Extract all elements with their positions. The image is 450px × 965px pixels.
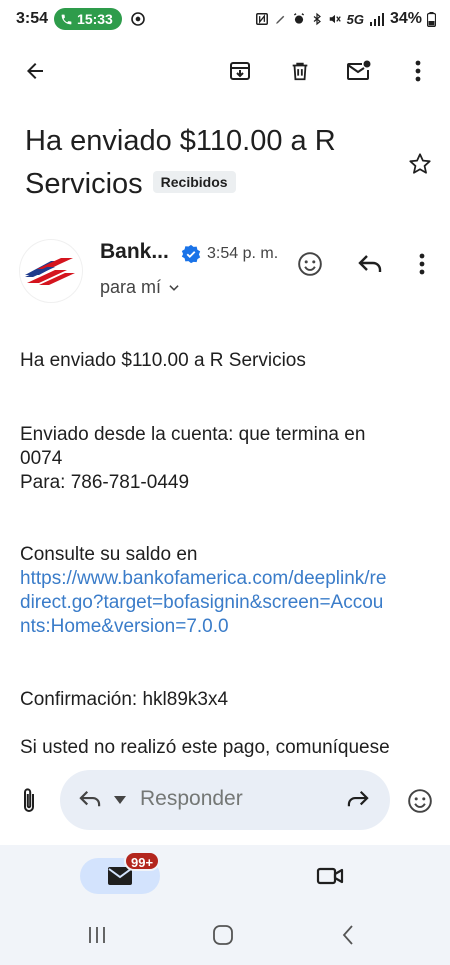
forward-icon[interactable] xyxy=(346,789,370,809)
mail-unread-badge: 99+ xyxy=(124,851,161,871)
more-vert-icon xyxy=(419,253,425,275)
caret-down-icon[interactable] xyxy=(114,796,126,804)
emoji-icon xyxy=(298,252,322,276)
system-back-button[interactable] xyxy=(328,919,368,951)
body-line-sent: Ha enviado $110.00 a R Servicios xyxy=(20,350,306,371)
balance-link[interactable]: https://www.bankofamerica.com/deeplink/r… xyxy=(20,567,390,639)
network-label: 5G xyxy=(346,11,364,27)
chevron-left-icon xyxy=(342,925,353,945)
star-icon xyxy=(409,153,431,174)
recent-apps-button[interactable] xyxy=(77,919,117,951)
video-camera-icon xyxy=(316,867,344,885)
arrow-back-icon xyxy=(27,63,43,79)
alarm-icon xyxy=(293,13,304,24)
recipient-label: para mí xyxy=(100,277,162,297)
chevron-down-icon xyxy=(169,284,179,291)
bottom-nav: 99+ xyxy=(0,845,450,905)
call-timer: 15:33 xyxy=(77,11,113,27)
bluetooth-icon xyxy=(313,12,321,26)
back-button[interactable] xyxy=(13,46,57,96)
bank-logo-icon xyxy=(25,258,75,285)
sender-name[interactable]: Bank... xyxy=(100,240,169,264)
home-button[interactable] xyxy=(203,919,243,951)
recent-apps-icon xyxy=(89,927,105,943)
delete-button[interactable] xyxy=(278,46,322,96)
status-bar: 3:54 15:33 5G 34% xyxy=(0,0,450,38)
trash-icon xyxy=(292,62,308,81)
nfc-icon xyxy=(255,13,268,25)
status-icons: 5G 34% xyxy=(255,10,436,28)
chrome-icon xyxy=(131,12,145,26)
emoji-icon xyxy=(408,789,432,813)
reply-placeholder: Responder xyxy=(140,787,243,810)
phone-icon xyxy=(61,14,72,24)
archive-button[interactable] xyxy=(218,46,262,96)
more-vert-icon xyxy=(415,60,421,82)
more-options-button[interactable] xyxy=(396,46,440,96)
reply-button[interactable] xyxy=(350,244,390,284)
add-reaction-button[interactable] xyxy=(290,244,330,284)
battery-icon xyxy=(427,11,436,27)
sender-avatar[interactable] xyxy=(20,240,82,302)
mail-unread-icon xyxy=(347,60,371,80)
signal-icon xyxy=(369,13,384,26)
paperclip-icon xyxy=(24,788,34,812)
pen-icon xyxy=(275,15,284,24)
body-line-balance: Consulte su saldo en xyxy=(20,544,198,565)
email-subject: Ha enviado $110.00 a R Servicios Recibido… xyxy=(25,120,395,206)
star-button[interactable] xyxy=(404,148,436,180)
mark-unread-button[interactable] xyxy=(337,46,381,96)
reaction-button[interactable] xyxy=(404,785,436,817)
attach-button[interactable] xyxy=(14,786,44,816)
ongoing-call-pill[interactable]: 15:33 xyxy=(54,8,122,30)
label-chip[interactable]: Recibidos xyxy=(152,171,236,194)
body-line-truncated: Si usted no realizó este pago, comuníque… xyxy=(20,737,390,758)
mute-icon xyxy=(329,14,341,24)
home-icon xyxy=(213,925,233,945)
reply-icon xyxy=(358,255,382,272)
system-nav-bar xyxy=(0,905,450,965)
sent-time: 3:54 p. m. xyxy=(207,245,279,262)
tab-meet[interactable] xyxy=(312,860,348,892)
reply-input[interactable]: Responder xyxy=(60,770,390,830)
message-more-button[interactable] xyxy=(402,244,442,284)
reply-icon xyxy=(79,790,101,807)
status-time: 3:54 xyxy=(16,10,49,27)
battery-percent: 34% xyxy=(389,10,422,27)
email-toolbar xyxy=(0,46,450,96)
archive-icon xyxy=(230,62,250,80)
body-line-account: Enviado desde la cuenta: que termina en … xyxy=(20,424,366,469)
recipient-details-toggle[interactable]: para mí xyxy=(100,277,181,298)
body-line-confirmation: Confirmación: hkl89k3x4 xyxy=(20,689,229,710)
verified-badge-icon xyxy=(181,244,201,264)
body-line-recipient: Para: 786-781-0449 xyxy=(20,472,190,493)
